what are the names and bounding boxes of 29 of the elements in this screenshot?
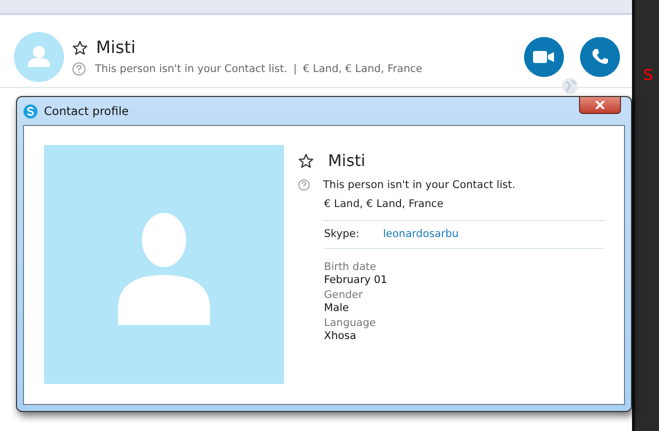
status-text: This person isn't in your Contact list. — [323, 179, 516, 191]
favorite-star-icon[interactable] — [298, 152, 314, 168]
close-button[interactable] — [579, 97, 621, 114]
field-label: Skype: — [324, 228, 360, 240]
location-text: € Land, € Land, France — [324, 198, 444, 210]
partial-text: s — [643, 60, 654, 86]
close-icon — [595, 101, 605, 109]
field-label: Language — [324, 317, 376, 329]
avatar — [14, 32, 64, 82]
field-value: February 01 — [324, 274, 388, 286]
help-icon — [298, 179, 310, 191]
help-icon — [72, 62, 86, 76]
field-value: Xhosa — [324, 330, 356, 342]
separator-text: | — [293, 63, 297, 75]
contact-name: Misti — [96, 38, 136, 58]
contact-name: Misti — [328, 151, 366, 170]
status-text: This person isn't in your Contact list. — [95, 63, 288, 75]
favorite-star-icon[interactable] — [72, 40, 88, 56]
call-button[interactable] — [580, 37, 620, 77]
video-call-button[interactable] — [524, 37, 564, 77]
field-label: Birth date — [324, 261, 376, 273]
phone-icon — [591, 48, 609, 66]
window-title: Contact profile — [44, 104, 129, 118]
skype-name-link[interactable]: leonardosarbu — [383, 228, 459, 240]
location-text: € Land, € Land, France — [302, 63, 422, 75]
field-label: Gender — [324, 289, 363, 301]
skype-logo-icon — [23, 104, 38, 118]
video-camera-icon — [533, 50, 555, 64]
field-value: Male — [324, 302, 349, 314]
